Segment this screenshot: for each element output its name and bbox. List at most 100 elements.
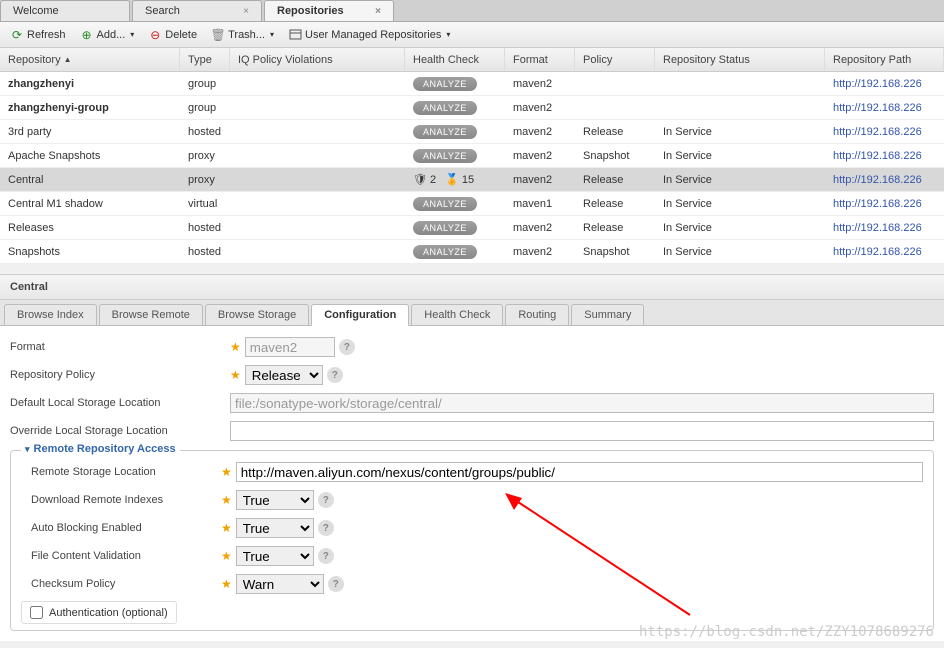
analyze-button[interactable]: ANALYZE xyxy=(413,197,477,211)
analyze-button[interactable]: ANALYZE xyxy=(413,245,477,259)
cell-status: In Service xyxy=(655,242,825,262)
auth-fieldset[interactable]: Authentication (optional) xyxy=(21,601,177,624)
remote-access-title[interactable]: ▾ Remote Repository Access xyxy=(21,443,180,455)
col-type[interactable]: Type xyxy=(180,48,230,71)
tab-browse-remote[interactable]: Browse Remote xyxy=(99,304,203,325)
cell-repository: zhangzhenyi-group xyxy=(0,98,180,118)
col-status[interactable]: Repository Status xyxy=(655,48,825,71)
col-health[interactable]: Health Check xyxy=(405,48,505,71)
caret-down-icon: ▾ xyxy=(446,30,450,39)
repo-path-link[interactable]: http://192.168.226 xyxy=(833,126,922,138)
tab-health-check[interactable]: Health Check xyxy=(411,304,503,325)
override-storage-label: Override Local Storage Location xyxy=(10,425,230,437)
col-repository[interactable]: Repository▲ xyxy=(0,48,180,71)
help-icon[interactable]: ? xyxy=(339,339,355,355)
table-row[interactable]: Apache SnapshotsproxyANALYZEmaven2Snapsh… xyxy=(0,144,944,168)
add-label: Add... xyxy=(97,29,126,41)
analyze-button[interactable]: ANALYZE xyxy=(413,221,477,235)
tab-browse-storage[interactable]: Browse Storage xyxy=(205,304,309,325)
cell-type: hosted xyxy=(180,122,230,142)
delete-icon: ⊖ xyxy=(148,28,162,42)
override-storage-field[interactable] xyxy=(230,421,934,441)
analyze-button[interactable]: ANALYZE xyxy=(413,77,477,91)
shield-icon: 🛡 xyxy=(413,173,427,186)
tab-routing[interactable]: Routing xyxy=(505,304,569,325)
help-icon[interactable]: ? xyxy=(327,367,343,383)
table-row[interactable]: SnapshotshostedANALYZEmaven2SnapshotIn S… xyxy=(0,240,944,264)
delete-button[interactable]: ⊖ Delete xyxy=(144,26,201,44)
file-validation-select[interactable]: True xyxy=(236,546,314,566)
auto-blocking-select[interactable]: True xyxy=(236,518,314,538)
table-row[interactable]: Central M1 shadowvirtualANALYZEmaven1Rel… xyxy=(0,192,944,216)
refresh-icon: ⟳ xyxy=(10,28,24,42)
cell-health: 🛡2 🏅15 xyxy=(405,169,505,190)
cell-format: maven2 xyxy=(505,146,575,166)
cell-policy: Snapshot xyxy=(575,242,655,262)
table-row[interactable]: zhangzhenyi-groupgroupANALYZEmaven2http:… xyxy=(0,96,944,120)
repo-path-link[interactable]: http://192.168.226 xyxy=(833,78,922,90)
cell-policy: Release xyxy=(575,218,655,238)
help-icon[interactable]: ? xyxy=(318,520,334,536)
watermark: https://blog.csdn.net/ZZY1078689276 xyxy=(639,624,934,640)
auth-label: Authentication (optional) xyxy=(49,607,168,619)
repo-path-link[interactable]: http://192.168.226 xyxy=(833,102,922,114)
trash-button[interactable]: 🗑 Trash... ▾ xyxy=(207,26,278,44)
analyze-button[interactable]: ANALYZE xyxy=(413,149,477,163)
table-row[interactable]: 3rd partyhostedANALYZEmaven2ReleaseIn Se… xyxy=(0,120,944,144)
format-field xyxy=(245,337,335,357)
remote-location-field[interactable] xyxy=(236,462,923,482)
analyze-button[interactable]: ANALYZE xyxy=(413,101,477,115)
table-row[interactable]: Centralproxy🛡2 🏅15maven2ReleaseIn Servic… xyxy=(0,168,944,192)
repo-path-link[interactable]: http://192.168.226 xyxy=(833,246,922,258)
required-icon: ★ xyxy=(221,465,232,479)
analyze-button[interactable]: ANALYZE xyxy=(413,125,477,139)
refresh-label: Refresh xyxy=(27,29,66,41)
user-managed-button[interactable]: User Managed Repositories ▾ xyxy=(284,26,454,44)
cell-repository: Releases xyxy=(0,218,180,238)
cell-path: http://192.168.226 xyxy=(825,194,944,214)
checksum-select[interactable]: Warn xyxy=(236,574,324,594)
required-icon: ★ xyxy=(221,493,232,507)
refresh-button[interactable]: ⟳ Refresh xyxy=(6,26,70,44)
tab-browse-index[interactable]: Browse Index xyxy=(4,304,97,325)
policy-select[interactable]: Release xyxy=(245,365,323,385)
help-icon[interactable]: ? xyxy=(328,576,344,592)
close-icon[interactable]: × xyxy=(243,6,249,17)
col-policy[interactable]: Policy xyxy=(575,48,655,71)
cell-path: http://192.168.226 xyxy=(825,74,944,94)
detail-tabs: Browse IndexBrowse RemoteBrowse StorageC… xyxy=(0,300,944,326)
col-format[interactable]: Format xyxy=(505,48,575,71)
repo-path-link[interactable]: http://192.168.226 xyxy=(833,198,922,210)
top-tab-repositories[interactable]: Repositories × xyxy=(264,0,394,21)
cell-policy xyxy=(575,80,655,88)
auth-checkbox[interactable] xyxy=(30,606,43,619)
cell-format: maven2 xyxy=(505,122,575,142)
add-button[interactable]: ⊕ Add... ▾ xyxy=(76,26,139,44)
col-iq[interactable]: IQ Policy Violations xyxy=(230,48,405,71)
help-icon[interactable]: ? xyxy=(318,548,334,564)
download-indexes-select[interactable]: True xyxy=(236,490,314,510)
repo-path-link[interactable]: http://192.168.226 xyxy=(833,174,922,186)
col-path[interactable]: Repository Path xyxy=(825,48,944,71)
caret-down-icon: ▾ xyxy=(270,30,274,39)
required-icon: ★ xyxy=(230,340,241,354)
close-icon[interactable]: × xyxy=(375,6,381,17)
help-icon[interactable]: ? xyxy=(318,492,334,508)
trash-label: Trash... xyxy=(228,29,265,41)
cell-iq xyxy=(230,80,405,88)
cell-type: hosted xyxy=(180,218,230,238)
top-tab-search[interactable]: Search× xyxy=(132,0,262,21)
table-row[interactable]: ReleaseshostedANALYZEmaven2ReleaseIn Ser… xyxy=(0,216,944,240)
tab-summary[interactable]: Summary xyxy=(571,304,644,325)
default-storage-label: Default Local Storage Location xyxy=(10,397,230,409)
tab-configuration[interactable]: Configuration xyxy=(311,304,409,326)
tab-label: Repositories xyxy=(277,5,344,17)
required-icon: ★ xyxy=(230,368,241,382)
repo-path-link[interactable]: http://192.168.226 xyxy=(833,150,922,162)
cell-health: ANALYZE xyxy=(405,145,505,167)
required-icon: ★ xyxy=(221,549,232,563)
table-row[interactable]: zhangzhenyigroupANALYZEmaven2http://192.… xyxy=(0,72,944,96)
cell-repository: Snapshots xyxy=(0,242,180,262)
top-tab-welcome[interactable]: Welcome xyxy=(0,0,130,21)
repo-path-link[interactable]: http://192.168.226 xyxy=(833,222,922,234)
